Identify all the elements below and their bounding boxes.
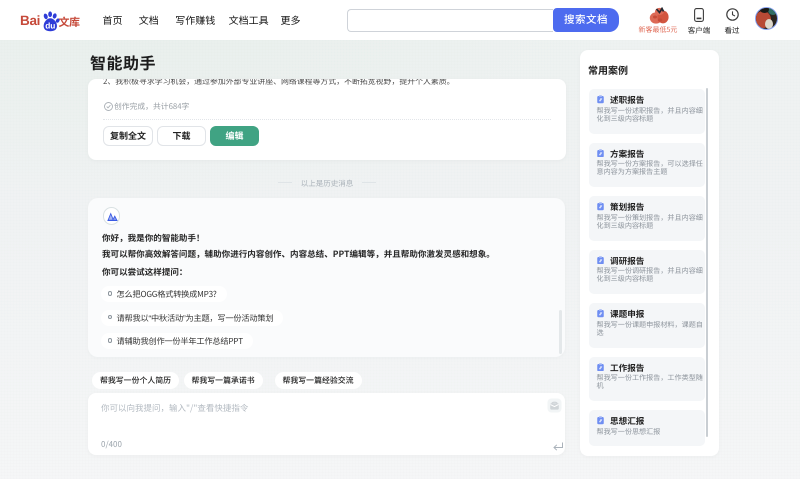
svg-text:du: du <box>45 21 55 30</box>
